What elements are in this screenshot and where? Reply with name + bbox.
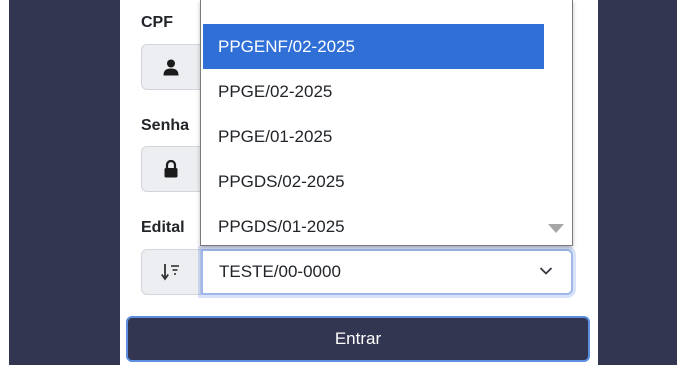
- senha-addon: [141, 146, 201, 192]
- dropdown-option[interactable]: PPGE/02-2025: [203, 69, 544, 114]
- edital-selected-value: TESTE/00-0000: [219, 262, 341, 281]
- chevron-down-icon: [539, 267, 553, 275]
- user-icon: [163, 59, 179, 75]
- edital-addon: [141, 249, 201, 295]
- sort-icon: [161, 264, 179, 281]
- edital-label: Edital: [141, 219, 185, 236]
- dropdown-option[interactable]: PPGENF/02-2025: [203, 24, 544, 69]
- dropdown-option[interactable]: PPGE/01-2025: [203, 114, 544, 159]
- lock-icon: [164, 160, 178, 178]
- entrar-button[interactable]: Entrar: [126, 316, 590, 362]
- cpf-label: CPF: [141, 14, 173, 31]
- scroll-down-arrow[interactable]: [548, 224, 564, 233]
- edital-select[interactable]: TESTE/00-0000: [201, 249, 573, 295]
- senha-label: Senha: [141, 117, 190, 134]
- cpf-addon: [141, 44, 201, 90]
- edital-dropdown-list[interactable]: PPGENF/02-2025 PPGE/02-2025 PPGE/01-2025…: [200, 0, 573, 246]
- dropdown-option[interactable]: PPGDS/01-2025: [203, 204, 544, 249]
- dropdown-option[interactable]: PPGDS/02-2025: [203, 159, 544, 204]
